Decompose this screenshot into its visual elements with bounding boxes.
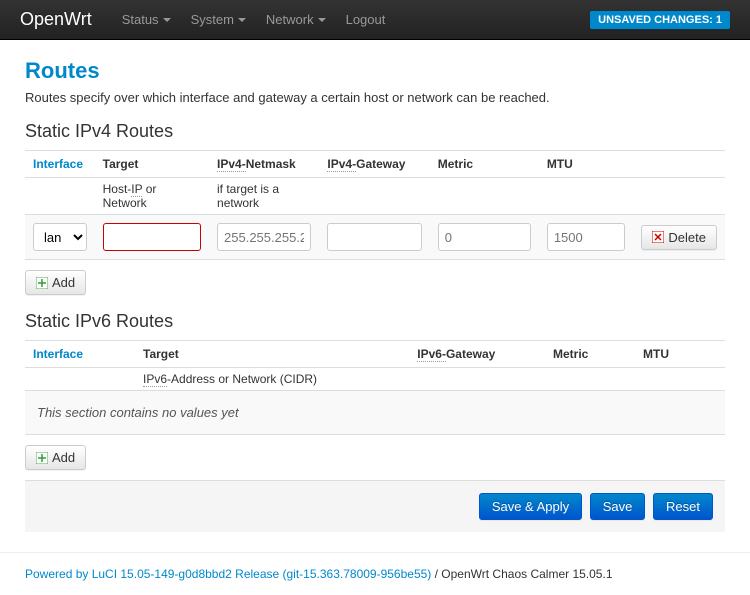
save-apply-button[interactable]: Save & Apply (479, 493, 582, 520)
ipv6-empty-message: This section contains no values yet (25, 390, 725, 435)
table-row: lan Delete (25, 215, 725, 260)
add-label: Add (52, 450, 75, 465)
top-navbar: OpenWrt Status System Network Logout UNS… (0, 0, 750, 40)
col-gateway: IPv6-Gateway (409, 341, 545, 368)
netmask-input[interactable] (217, 223, 311, 251)
col-metric: Metric (545, 341, 635, 368)
target-input[interactable] (103, 223, 201, 251)
unsaved-changes-badge[interactable]: UNSAVED CHANGES: 1 (590, 11, 730, 29)
ipv6-abbr: IPv6 (143, 372, 167, 387)
nav-status-label: Status (122, 12, 159, 27)
hint-target-v6: IPv6-Address or Network (CIDR) (135, 368, 409, 391)
hint-netmask: if target is a network (209, 178, 319, 215)
col-mtu: MTU (539, 151, 634, 178)
interface-select[interactable]: lan (33, 223, 87, 251)
footer-text: / OpenWrt Chaos Calmer 15.05.1 (431, 567, 612, 581)
add-icon (36, 452, 48, 464)
delete-button[interactable]: Delete (641, 225, 717, 250)
nav-logout-label: Logout (346, 12, 386, 27)
metric-input[interactable] (438, 223, 531, 251)
col-netmask: IPv4-Netmask (209, 151, 319, 178)
ipv4-heading: Static IPv4 Routes (25, 121, 725, 142)
nav-system[interactable]: System (181, 12, 256, 27)
ipv4-routes-table: Interface Target IPv4-Netmask IPv4-Gatew… (25, 150, 725, 260)
add-ipv4-button[interactable]: Add (25, 270, 86, 295)
reset-button[interactable]: Reset (653, 493, 713, 520)
ipv4-abbr: IPv4- (217, 157, 246, 172)
nav-network-label: Network (266, 12, 314, 27)
col-gateway: IPv4-Gateway (319, 151, 429, 178)
caret-down-icon (238, 18, 246, 22)
footer-link[interactable]: Powered by LuCI 15.05-149-g0d8bbd2 Relea… (25, 567, 431, 581)
col-interface[interactable]: Interface (25, 151, 95, 178)
add-label: Add (52, 275, 75, 290)
add-icon (36, 277, 48, 289)
page-description: Routes specify over which interface and … (25, 90, 725, 105)
footer: Powered by LuCI 15.05-149-g0d8bbd2 Relea… (0, 552, 750, 595)
mtu-input[interactable] (547, 223, 626, 251)
caret-down-icon (318, 18, 326, 22)
hint-target: Host-IP or Network (95, 178, 209, 215)
add-ipv6-button[interactable]: Add (25, 445, 86, 470)
caret-down-icon (163, 18, 171, 22)
nav-system-label: System (191, 12, 234, 27)
col-interface[interactable]: Interface (25, 341, 135, 368)
gateway-input[interactable] (327, 223, 421, 251)
nav-logout[interactable]: Logout (336, 12, 396, 27)
ip-abbr: IP (131, 182, 142, 197)
ipv6-abbr: IPv6- (417, 347, 446, 362)
save-button[interactable]: Save (590, 493, 646, 520)
col-metric: Metric (430, 151, 539, 178)
ipv6-routes-table: Interface Target IPv6-Gateway Metric MTU… (25, 340, 725, 390)
delete-label: Delete (668, 230, 706, 245)
ipv6-heading: Static IPv6 Routes (25, 311, 725, 332)
form-actions: Save & Apply Save Reset (25, 480, 725, 532)
nav-network[interactable]: Network (256, 12, 336, 27)
nav-status[interactable]: Status (112, 12, 181, 27)
page-title: Routes (25, 58, 725, 84)
brand: OpenWrt (20, 9, 92, 30)
col-target: Target (135, 341, 409, 368)
ipv4-abbr: IPv4- (327, 157, 356, 172)
col-target: Target (95, 151, 209, 178)
delete-icon (652, 231, 664, 243)
col-mtu: MTU (635, 341, 725, 368)
